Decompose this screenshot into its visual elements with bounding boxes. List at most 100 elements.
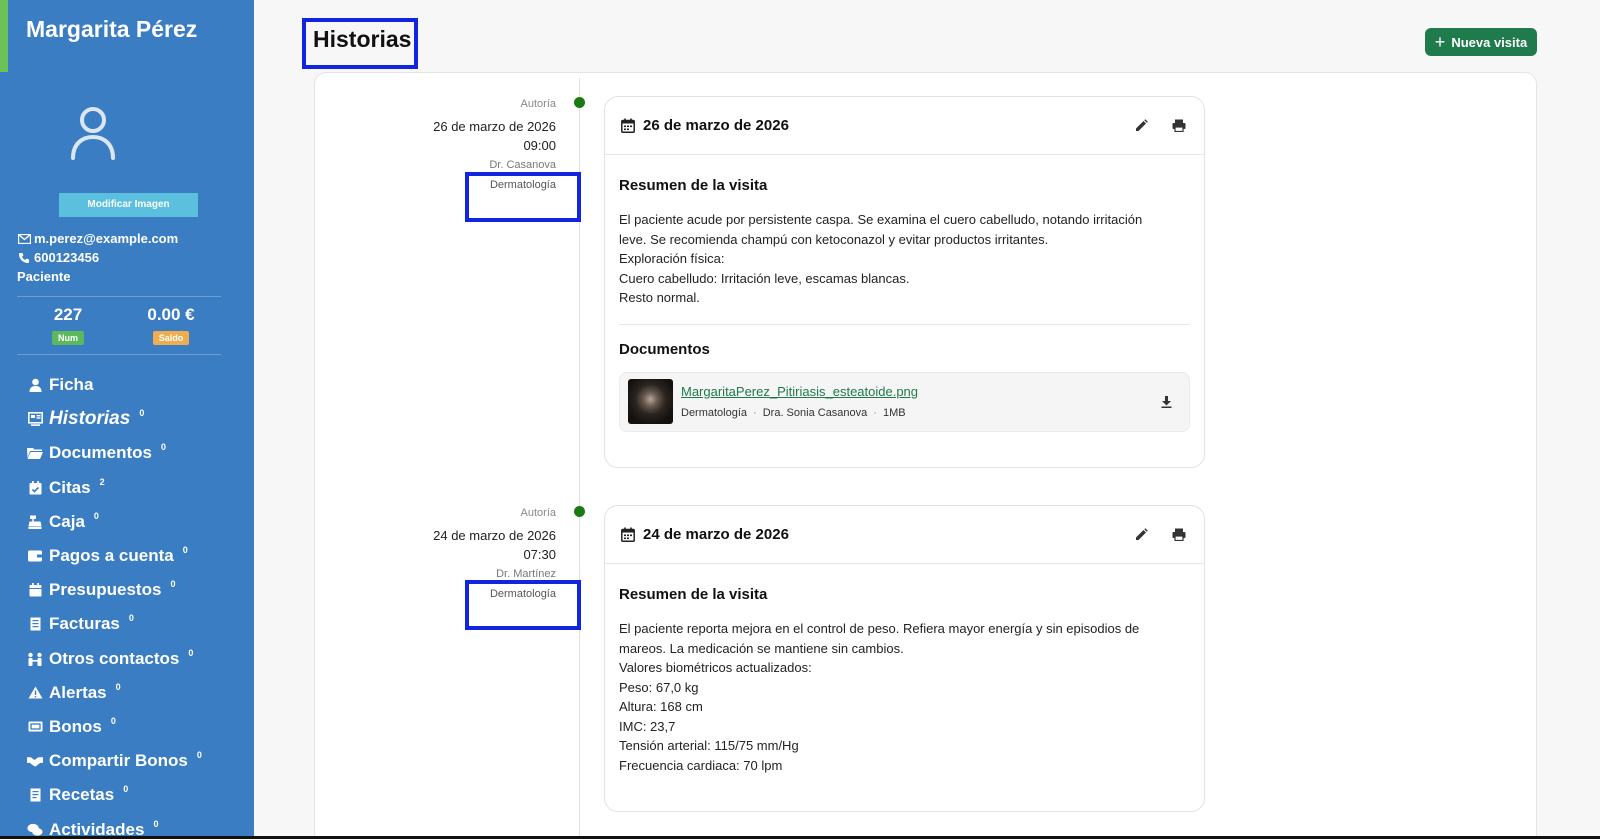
sidebar-item-count: 0 xyxy=(160,442,166,453)
summary-line: Valores biométricos actualizados: xyxy=(619,660,812,675)
sidebar-item-label: Caja xyxy=(49,511,85,531)
sidebar-item-count: 0 xyxy=(115,681,121,692)
sidebar-item-compartir-bonos[interactable]: Compartir Bonos 0 xyxy=(27,744,202,778)
sidebar-item-label: Facturas xyxy=(49,614,120,634)
phone-number: 600123456 xyxy=(34,250,100,265)
section-divider xyxy=(619,323,1190,325)
sidebar-item-count: 0 xyxy=(128,613,134,624)
document-size: 1MB xyxy=(882,407,906,419)
download-icon[interactable] xyxy=(1157,393,1175,411)
sidebar-item-facturas[interactable]: Facturas 0 xyxy=(27,607,202,641)
new-visit-button[interactable]: + Nueva visita xyxy=(1425,28,1537,56)
sidebar-item-pagos[interactable]: Pagos a cuenta 0 xyxy=(27,539,202,573)
summary-line: Peso: 67,0 kg xyxy=(619,679,699,695)
document-doctor: Dra. Sonia Casanova xyxy=(762,407,868,419)
sidebar-item-label: Actividades xyxy=(49,819,145,836)
patient-name: Margarita Pérez xyxy=(26,16,198,42)
sidebar-item-ficha[interactable]: Ficha xyxy=(27,368,202,402)
document-link[interactable]: MargaritaPerez_Pitiriasis_esteatoide.png xyxy=(681,384,1157,399)
stat-balance: 0.00 € Saldo xyxy=(131,305,211,346)
sidebar-item-count: 0 xyxy=(182,545,188,556)
user-icon xyxy=(27,378,43,393)
visit-time: 09:00 xyxy=(523,138,556,153)
document-thumbnail[interactable] xyxy=(628,379,673,424)
summary-line: Frecuencia cardiaca: 70 lpm xyxy=(619,757,783,773)
sidebar-item-documentos[interactable]: Documentos 0 xyxy=(27,436,202,470)
summary-line: mareos. La medicación se mantiene sin ca… xyxy=(619,640,904,656)
visit-card-date: 24 de marzo de 2026 xyxy=(643,526,789,543)
email-link[interactable]: m.perez@example.com xyxy=(34,231,178,246)
sidebar-item-otros-contactos[interactable]: Otros contactos 0 xyxy=(27,642,202,676)
email-row: m.perez@example.com xyxy=(17,231,178,246)
sidebar-item-count: 0 xyxy=(170,579,176,590)
visit-summary: El paciente acude por persistente caspa.… xyxy=(619,210,1190,308)
prescription-icon xyxy=(27,788,43,802)
sidebar-item-label: Documentos xyxy=(49,443,152,463)
sidebar-item-count: 0 xyxy=(188,647,194,658)
visit-date: 24 de marzo de 2026 xyxy=(433,528,556,543)
modify-image-button[interactable]: Modificar Imagen xyxy=(59,193,198,217)
summary-line: Cuero cabelludo: Irritación leve, escama… xyxy=(619,270,910,286)
sidebar-divider xyxy=(17,296,221,297)
phone-row: 600123456 xyxy=(17,250,99,265)
summary-line: El paciente acude por persistente caspa.… xyxy=(619,212,1143,227)
sidebar-item-historias[interactable]: Historias 0 xyxy=(27,402,202,436)
envelope-icon xyxy=(17,233,31,244)
sidebar-item-label: Presupuestos xyxy=(49,580,162,600)
documents-title: Documentos xyxy=(619,340,710,358)
new-visit-label: Nueva visita xyxy=(1451,34,1528,50)
stat-balance-badge: Saldo xyxy=(152,331,190,345)
sidebar-item-count: 0 xyxy=(196,750,202,761)
stat-balance-value: 0.00 € xyxy=(147,305,195,324)
handshake-icon xyxy=(27,755,43,767)
summary-title: Resumen de la visita xyxy=(619,586,768,603)
avatar-icon[interactable] xyxy=(70,106,116,160)
visit-card-header: 24 de marzo de 2026 xyxy=(605,506,1204,564)
ticket-icon xyxy=(27,721,43,732)
visit-doctor: Dr. Martínez xyxy=(496,568,556,580)
cash-register-icon xyxy=(27,515,43,529)
highlight-box xyxy=(465,580,581,630)
visit-card-date: 26 de marzo de 2026 xyxy=(643,117,789,134)
history-icon xyxy=(27,412,43,427)
sidebar-item-recetas[interactable]: Recetas 0 xyxy=(27,778,202,812)
summary-line: Resto normal. xyxy=(619,290,700,305)
stat-num: 227 Num xyxy=(28,305,108,346)
visit-doctor: Dr. Casanova xyxy=(489,159,556,171)
wallet-icon xyxy=(27,550,43,562)
calendar-icon xyxy=(621,527,637,542)
summary-line: El paciente reporta mejora en el control… xyxy=(619,621,1140,636)
sidebar-item-alertas[interactable]: Alertas 0 xyxy=(27,676,202,710)
edit-icon[interactable] xyxy=(1132,526,1150,544)
visit-time: 07:30 xyxy=(523,547,556,562)
people-icon xyxy=(27,652,43,666)
sidebar-item-count: 2 xyxy=(99,476,105,487)
visit-date: 26 de marzo de 2026 xyxy=(433,119,556,134)
summary-line: leve. Se recomienda champú con ketoconaz… xyxy=(619,231,1049,247)
folder-icon xyxy=(27,447,43,460)
sidebar-item-citas[interactable]: Citas 2 xyxy=(27,471,202,505)
print-icon[interactable] xyxy=(1170,117,1188,135)
chat-icon xyxy=(27,823,43,836)
calendar-check-icon xyxy=(27,480,43,495)
summary-title: Resumen de la visita xyxy=(619,177,768,194)
sidebar-item-presupuestos[interactable]: Presupuestos 0 xyxy=(27,573,202,607)
patient-role: Paciente xyxy=(17,269,71,284)
edit-icon[interactable] xyxy=(1132,117,1150,135)
sidebar-item-label: Bonos xyxy=(49,716,102,736)
highlight-box xyxy=(302,18,418,69)
sidebar-item-label: Compartir Bonos xyxy=(49,751,188,771)
document-meta: Dermatología · Dra. Sonia Casanova · 1MB xyxy=(681,407,906,419)
stat-num-badge: Num xyxy=(52,331,84,345)
sidebar-item-caja[interactable]: Caja 0 xyxy=(27,505,202,539)
summary-line: Exploración física: xyxy=(619,251,725,266)
sidebar-item-actividades[interactable]: Actividades 0 xyxy=(27,812,202,836)
print-icon[interactable] xyxy=(1170,526,1188,544)
visit-card-header: 26 de marzo de 2026 xyxy=(605,97,1204,155)
summary-line: IMC: 23,7 xyxy=(619,718,676,734)
sidebar: Margarita Pérez Modificar Imagen m.perez… xyxy=(0,0,254,836)
sidebar-item-bonos[interactable]: Bonos 0 xyxy=(27,710,202,744)
sidebar-item-label: Ficha xyxy=(49,375,94,395)
summary-line: Altura: 168 cm xyxy=(619,699,703,714)
sidebar-item-count: 0 xyxy=(123,784,129,795)
